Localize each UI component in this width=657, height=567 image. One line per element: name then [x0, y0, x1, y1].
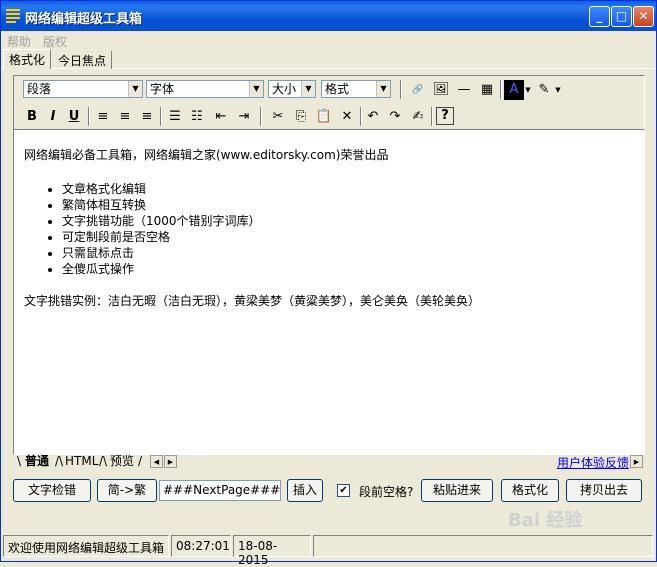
edit-icon[interactable]: ✍: [408, 107, 428, 127]
app-window: 网络编辑超级工具箱 _ □ ✕ 帮助 版权 格式化 今日焦点 段落 ▼ 字体 ▼…: [0, 0, 657, 567]
close-button[interactable]: ✕: [633, 6, 654, 27]
help-icon[interactable]: ?: [436, 107, 454, 125]
list-item: 文章格式化编辑: [62, 181, 261, 197]
font-select-value: 字体: [150, 82, 175, 96]
menu-help[interactable]: 帮助: [7, 33, 31, 50]
paragraph-select[interactable]: 段落 ▼: [23, 80, 143, 98]
chevron-down-icon[interactable]: ▼: [524, 80, 532, 100]
tab-html[interactable]: HTML: [65, 454, 98, 470]
status-bar: 欢迎使用网络编辑超级工具箱 08:27:01 18-08-2015: [1, 533, 656, 567]
align-right-icon[interactable]: ≡: [137, 107, 157, 127]
toolbar-separator: [431, 107, 433, 126]
chevron-down-icon: ▼: [249, 81, 263, 97]
space-before-checkbox[interactable]: ✔: [337, 484, 350, 497]
toolbar-separator: [88, 107, 90, 126]
main-tabs: 格式化 今日焦点: [1, 49, 656, 69]
tab-normal[interactable]: 普通: [25, 454, 49, 470]
paragraph-select-value: 段落: [27, 82, 52, 96]
toolbar-separator: [160, 107, 162, 126]
toolbar-separator: [260, 107, 262, 126]
feature-list: 文章格式化编辑 繁简体相互转换 文字挑错功能（1000个错别字词库） 可定制段前…: [44, 181, 261, 277]
view-tabs: \ 普通 /\ HTML /\ 预览 / ◀ ▶ 用户体验反馈 ▶: [13, 454, 645, 470]
status-welcome: 欢迎使用网络编辑超级工具箱: [3, 535, 169, 557]
chevron-down-icon: ▼: [376, 81, 390, 97]
highlight-pen-icon[interactable]: ✎: [534, 80, 554, 100]
status-time: 08:27:01: [171, 535, 231, 557]
list-item: 全傻瓜式操作: [62, 261, 261, 277]
redo-icon[interactable]: ↷: [385, 107, 405, 127]
scroll-left-arrow-icon[interactable]: ◀: [150, 455, 163, 468]
size-select-value: 大小: [272, 82, 297, 96]
maximize-button[interactable]: □: [611, 6, 632, 27]
toolbar-separator: [500, 80, 502, 99]
feedback-link[interactable]: 用户体验反馈: [557, 454, 629, 471]
italic-button[interactable]: I: [43, 107, 63, 127]
font-select[interactable]: 字体 ▼: [146, 80, 264, 98]
copy-icon[interactable]: ⎘: [291, 107, 311, 127]
align-center-icon[interactable]: ≡: [115, 107, 135, 127]
align-left-icon[interactable]: ≡: [93, 107, 113, 127]
tab-preview[interactable]: 预览: [110, 454, 134, 470]
image-icon[interactable]: 🖼: [431, 80, 451, 100]
scroll-right-arrow-icon[interactable]: ▶: [164, 455, 177, 468]
convert-button[interactable]: 简->繁: [97, 479, 157, 502]
menu-bar: 帮助 版权: [1, 31, 656, 49]
nextpage-input[interactable]: ###NextPage###: [159, 480, 281, 501]
outdent-icon[interactable]: ⇤: [211, 107, 231, 127]
size-select[interactable]: 大小 ▼: [268, 80, 316, 98]
check-text-button[interactable]: 文字检错: [13, 479, 91, 502]
editor-intro: 网络编辑必备工具箱，网络编辑之家(www.editorsky.com)荣誉出品: [24, 148, 389, 162]
tab-format[interactable]: 格式化: [3, 49, 52, 69]
minimize-button[interactable]: _: [589, 6, 610, 27]
format-select[interactable]: 格式 ▼: [321, 80, 391, 98]
toolbar-separator: [400, 80, 402, 99]
status-empty: [313, 535, 653, 557]
cut-icon[interactable]: ✂: [268, 107, 288, 127]
horizontal-rule-icon[interactable]: —: [454, 80, 474, 100]
insert-button[interactable]: 插入: [287, 479, 323, 502]
title-bar[interactable]: 网络编辑超级工具箱 _ □ ✕: [1, 1, 656, 31]
indent-icon[interactable]: ⇥: [234, 107, 254, 127]
editor-toolbar: 段落 ▼ 字体 ▼ 大小 ▼ 格式 ▼ 🔗 🖼 — ▦ A ▼ ✎ ▼ B I …: [13, 75, 645, 130]
list-item: 繁简体相互转换: [62, 197, 261, 213]
copy-out-button[interactable]: 拷贝出去: [566, 479, 642, 502]
font-color-icon[interactable]: A: [504, 80, 524, 100]
bullet-list-icon[interactable]: ☷: [187, 107, 207, 127]
action-bar: 文字检错 简->繁 ###NextPage### 插入 ✔ 段前空格? 粘贴进来…: [13, 479, 645, 503]
editor-example: 文字挑错实例：洁白无暇（洁白无瑕），黄梁美梦（黄粱美梦），美仑美奂（美轮美奂）: [24, 294, 481, 308]
undo-icon[interactable]: ↶: [363, 107, 383, 127]
delete-icon[interactable]: ✕: [337, 107, 357, 127]
space-before-label: 段前空格?: [359, 485, 414, 499]
list-item: 可定制段前是否空格: [62, 229, 261, 245]
app-icon: [6, 9, 20, 23]
chevron-down-icon[interactable]: ▼: [554, 80, 562, 100]
ordered-list-icon[interactable]: ☰: [165, 107, 185, 127]
format-button[interactable]: 格式化: [501, 479, 559, 502]
paste-icon[interactable]: 📋: [314, 107, 334, 127]
bold-button[interactable]: B: [22, 107, 42, 127]
table-icon[interactable]: ▦: [477, 80, 497, 100]
paste-in-button[interactable]: 粘贴进来: [421, 479, 493, 502]
watermark-logo: Bai 经验: [508, 510, 583, 531]
scroll-right-arrow-icon[interactable]: ▶: [630, 455, 643, 468]
list-item: 文字挑错功能（1000个错别字词库）: [62, 213, 261, 229]
underline-button[interactable]: U: [64, 107, 84, 127]
menu-copyright[interactable]: 版权: [43, 33, 67, 50]
status-date: 18-08-2015: [233, 535, 311, 567]
window-title: 网络编辑超级工具箱: [25, 12, 143, 27]
tab-today[interactable]: 今日焦点: [53, 51, 113, 69]
toolbar-separator: [360, 107, 362, 126]
editor-area[interactable]: 网络编辑必备工具箱，网络编辑之家(www.editorsky.com)荣誉出品 …: [13, 129, 645, 455]
chevron-down-icon: ▼: [301, 81, 315, 97]
format-select-value: 格式: [325, 82, 350, 96]
chevron-down-icon: ▼: [128, 81, 142, 97]
web-link-icon[interactable]: 🔗: [408, 80, 428, 100]
list-item: 只需鼠标点击: [62, 245, 261, 261]
